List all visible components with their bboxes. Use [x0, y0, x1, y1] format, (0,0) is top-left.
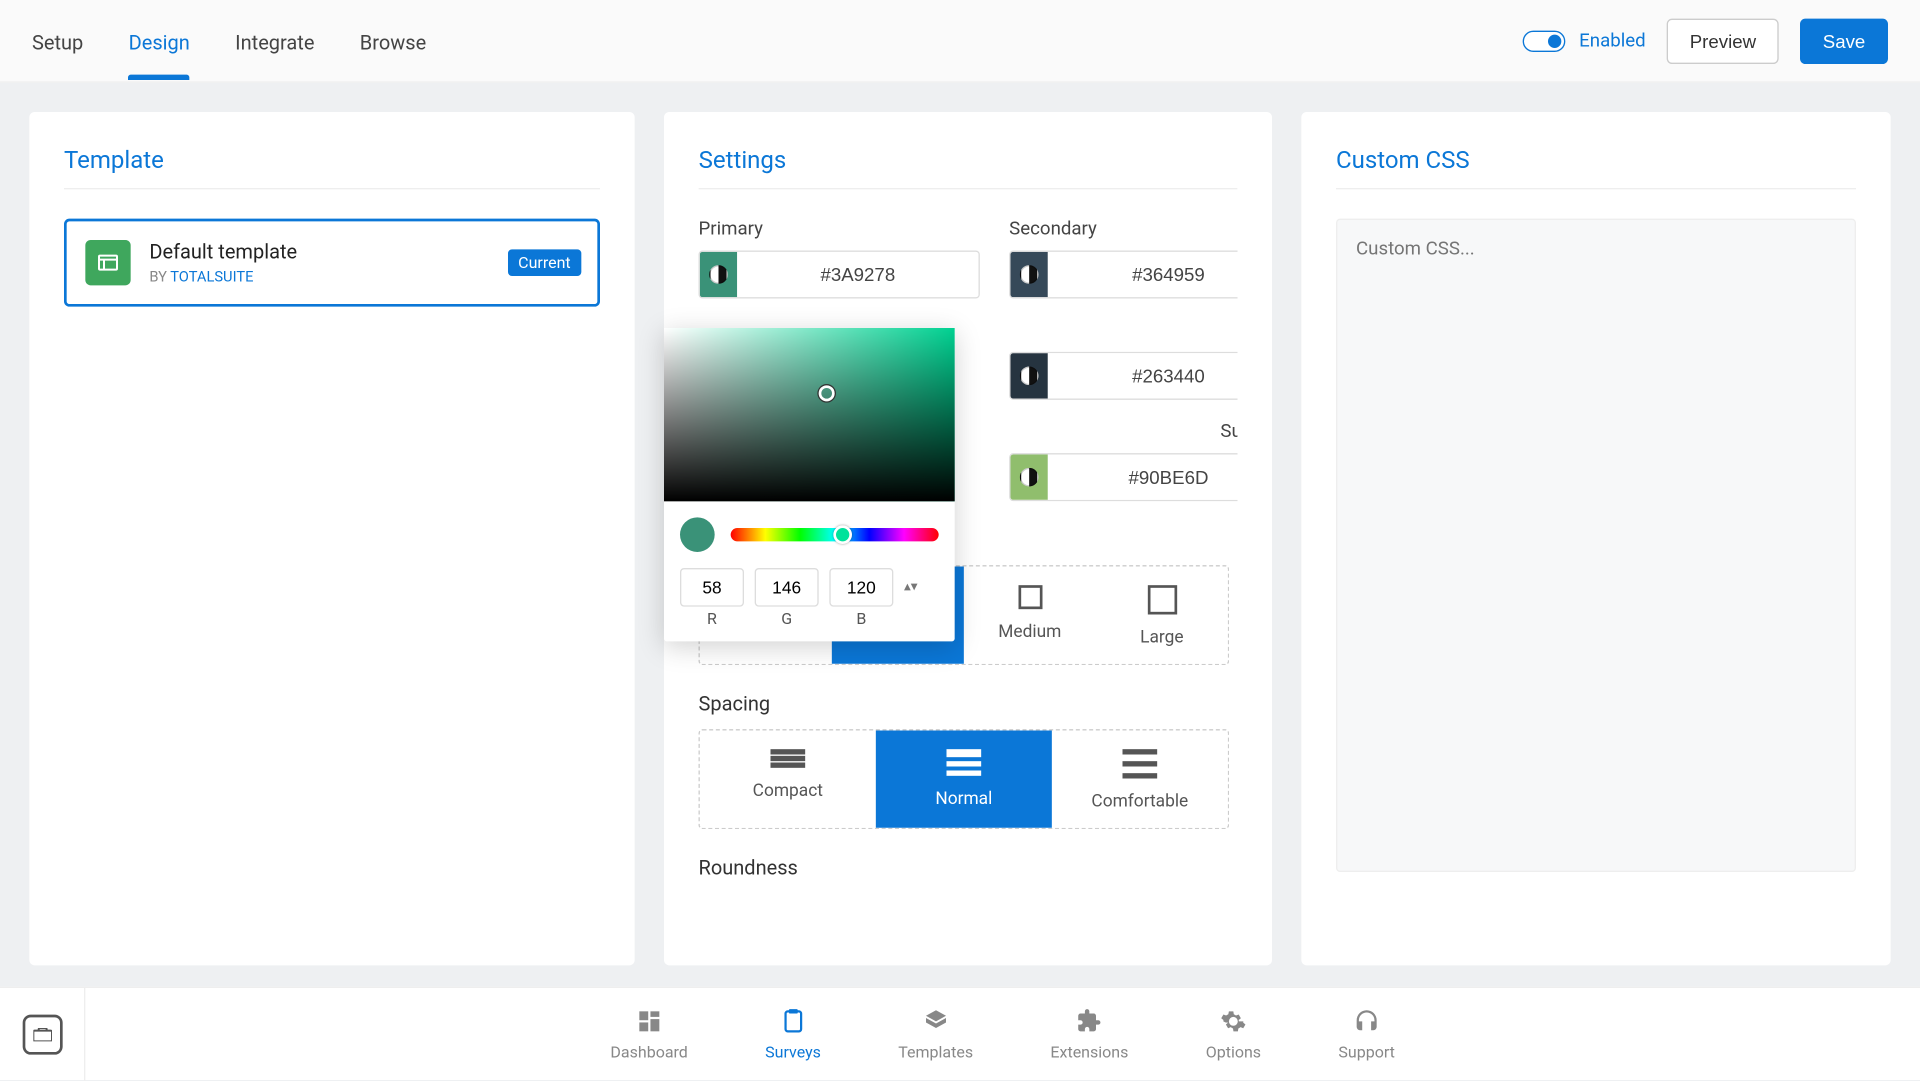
- secondary-label: Secondary: [1009, 219, 1237, 240]
- contrast-icon: [700, 252, 737, 297]
- color-picker-popover: ▴▾ R G B: [664, 328, 955, 641]
- dark-color-field: Dark: [1009, 320, 1237, 400]
- primary-color-field: Primary: [699, 219, 980, 299]
- top-tabs: Setup Design Integrate Browse: [32, 3, 426, 78]
- css-panel-title: Custom CSS: [1336, 147, 1856, 175]
- current-badge: Current: [507, 249, 581, 276]
- bottom-nav: Dashboard Surveys Templates Extensions O…: [0, 987, 1920, 1080]
- template-icon: [85, 240, 130, 285]
- preview-button[interactable]: Preview: [1667, 18, 1779, 63]
- secondary-color-input[interactable]: [1009, 251, 1237, 299]
- b-input[interactable]: [829, 568, 893, 607]
- success-color-field: Success: [1009, 421, 1237, 501]
- template-card[interactable]: Default template BY TOTALSUITE Current: [64, 219, 600, 307]
- template-panel: Template Default template BY TOTALSUITE …: [29, 112, 634, 965]
- tab-setup[interactable]: Setup: [32, 3, 83, 78]
- enabled-toggle-wrap: Enabled: [1523, 30, 1646, 51]
- nav-templates[interactable]: Templates: [898, 1007, 973, 1060]
- primary-value[interactable]: [737, 252, 978, 297]
- dark-color-input[interactable]: [1009, 352, 1237, 400]
- primary-color-input[interactable]: [699, 251, 980, 299]
- spacing-comfortable[interactable]: Comfortable: [1052, 731, 1228, 828]
- corner-button[interactable]: [0, 987, 85, 1080]
- saturation-area[interactable]: [664, 328, 955, 501]
- template-panel-title: Template: [64, 147, 600, 175]
- spacing-normal[interactable]: Normal: [876, 731, 1052, 828]
- current-color-swatch: [680, 517, 715, 552]
- gear-icon: [1220, 1007, 1247, 1034]
- puzzle-icon: [1076, 1007, 1103, 1034]
- size-large[interactable]: Large: [1096, 567, 1228, 664]
- enabled-toggle[interactable]: [1523, 30, 1566, 51]
- format-toggle-icon[interactable]: ▴▾: [904, 583, 920, 591]
- tab-browse[interactable]: Browse: [360, 3, 426, 78]
- sat-cursor[interactable]: [819, 386, 835, 402]
- spacing-choice-row: Compact Normal Comfortable: [699, 729, 1230, 829]
- nav-surveys[interactable]: Surveys: [765, 1007, 821, 1060]
- custom-css-textarea[interactable]: [1336, 219, 1856, 872]
- success-value[interactable]: [1048, 455, 1237, 500]
- top-actions: Enabled Preview Save: [1523, 18, 1888, 63]
- nav-dashboard[interactable]: Dashboard: [610, 1007, 687, 1060]
- r-input[interactable]: [680, 568, 744, 607]
- nav-items: Dashboard Surveys Templates Extensions O…: [85, 1007, 1920, 1060]
- spacing-compact[interactable]: Compact: [700, 731, 876, 828]
- save-button[interactable]: Save: [1800, 18, 1888, 63]
- settings-panel: Settings Primary Secondary x: [664, 112, 1272, 965]
- size-medium[interactable]: Medium: [964, 567, 1096, 664]
- rgb-labels: R G B: [664, 609, 955, 641]
- contrast-icon: [1011, 455, 1048, 500]
- tab-integrate[interactable]: Integrate: [235, 3, 314, 78]
- template-info: Default template BY TOTALSUITE: [149, 240, 297, 285]
- dark-label: Dark: [1009, 320, 1237, 341]
- main-area: Template Default template BY TOTALSUITE …: [0, 83, 1920, 995]
- layers-icon: [922, 1007, 949, 1034]
- grid-icon: [636, 1007, 663, 1034]
- g-input[interactable]: [755, 568, 819, 607]
- roundness-section-label: Roundness: [699, 856, 1230, 880]
- divider: [1336, 188, 1856, 189]
- contrast-icon: [1011, 252, 1048, 297]
- nav-extensions[interactable]: Extensions: [1050, 1007, 1128, 1060]
- dark-value[interactable]: [1048, 353, 1237, 398]
- headphones-icon: [1353, 1007, 1380, 1034]
- spacing-section-label: Spacing: [699, 692, 1230, 716]
- nav-options[interactable]: Options: [1206, 1007, 1261, 1060]
- briefcase-icon: [22, 1014, 62, 1054]
- secondary-value[interactable]: [1048, 252, 1237, 297]
- hue-cursor[interactable]: [834, 525, 853, 544]
- rgb-inputs: ▴▾: [664, 557, 955, 609]
- nav-support[interactable]: Support: [1338, 1007, 1394, 1060]
- secondary-color-field: Secondary: [1009, 219, 1237, 299]
- divider: [699, 188, 1238, 189]
- hue-slider[interactable]: [731, 528, 939, 541]
- custom-css-panel: Custom CSS: [1301, 112, 1890, 965]
- success-color-input[interactable]: [1009, 453, 1237, 501]
- template-name: Default template: [149, 240, 297, 264]
- top-bar: Setup Design Integrate Browse Enabled Pr…: [0, 0, 1920, 83]
- enabled-label: Enabled: [1579, 30, 1646, 51]
- divider: [64, 188, 600, 189]
- success-label: Success: [1009, 421, 1237, 442]
- tab-design[interactable]: Design: [129, 3, 190, 78]
- contrast-icon: [1011, 353, 1048, 398]
- primary-label: Primary: [699, 219, 980, 240]
- clipboard-icon: [780, 1007, 807, 1034]
- settings-panel-title: Settings: [699, 147, 1238, 175]
- template-by: BY TOTALSUITE: [149, 268, 297, 285]
